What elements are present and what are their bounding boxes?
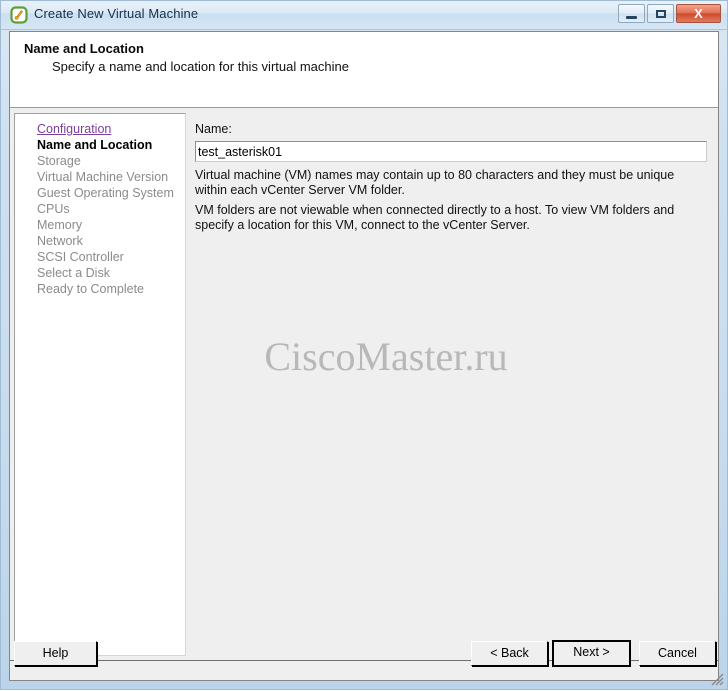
name-help-paragraph-1: Virtual machine (VM) names may contain u… (195, 168, 675, 197)
sidebar-item-select-a-disk[interactable]: Select a Disk (15, 265, 185, 281)
sidebar-item-memory[interactable]: Memory (15, 217, 185, 233)
sidebar-item-configuration[interactable]: Configuration (15, 121, 185, 137)
title-bar[interactable]: Create New Virtual Machine X (1, 1, 727, 30)
name-field-label: Name: (195, 122, 232, 136)
help-button[interactable]: Help (14, 641, 97, 666)
cancel-button[interactable]: Cancel (639, 641, 716, 666)
sidebar-item-label: Configuration (37, 122, 112, 136)
sidebar-item-label: SCSI Controller (37, 250, 124, 264)
back-button[interactable]: < Back (471, 641, 548, 666)
vm-app-icon (10, 6, 28, 24)
maximize-icon (656, 10, 666, 18)
maximize-button[interactable] (647, 4, 674, 23)
watermark-text: CiscoMaster.ru (264, 334, 508, 379)
sidebar-item-name-and-location[interactable]: Name and Location (15, 137, 185, 153)
sidebar-item-label: Storage (37, 154, 81, 168)
sidebar-item-scsi-controller[interactable]: SCSI Controller (15, 249, 185, 265)
close-button[interactable]: X (676, 4, 721, 23)
sidebar-item-label: Ready to Complete (37, 282, 145, 296)
sidebar-item-ready-to-complete[interactable]: Ready to Complete (15, 281, 185, 297)
sidebar-item-label: Name and Location (37, 138, 153, 152)
resize-grip-icon[interactable] (711, 673, 724, 686)
minimize-icon (626, 16, 637, 19)
sidebar-item-label: Select a Disk (37, 266, 110, 280)
sidebar-item-label: Guest Operating System (37, 186, 174, 200)
name-help-paragraph-2: VM folders are not viewable when connect… (195, 203, 675, 232)
page-title: Name and Location (24, 41, 144, 56)
sidebar-item-network[interactable]: Network (15, 233, 185, 249)
sidebar-item-label: Memory (37, 218, 83, 232)
dialog-client: Name and Location Specify a name and loc… (9, 31, 719, 681)
sidebar-item-guest-operating-system[interactable]: Guest Operating System (15, 185, 185, 201)
wizard-step-list: Configuration Name and Location Storage … (14, 113, 186, 656)
dialog-window: Create New Virtual Machine X Name and Lo… (0, 0, 728, 690)
next-button[interactable]: Next > (552, 640, 631, 667)
window-title: Create New Virtual Machine (34, 6, 199, 21)
wizard-body: Configuration Name and Location Storage … (10, 109, 718, 659)
sidebar-item-storage[interactable]: Storage (15, 153, 185, 169)
sidebar-item-label: Network (37, 234, 83, 248)
page-subtitle: Specify a name and location for this vir… (52, 59, 349, 74)
wizard-header: Name and Location Specify a name and loc… (10, 32, 718, 108)
sidebar-item-label: Virtual Machine Version (37, 170, 169, 184)
wizard-main-pane: Name: Virtual machine (VM) names may con… (192, 113, 714, 656)
close-icon: X (694, 6, 703, 21)
minimize-button[interactable] (618, 4, 645, 23)
sidebar-item-virtual-machine-version[interactable]: Virtual Machine Version (15, 169, 185, 185)
sidebar-item-cpus[interactable]: CPUs (15, 201, 185, 217)
sidebar-item-label: CPUs (37, 202, 70, 216)
name-input[interactable] (195, 141, 707, 162)
step-list-inner: Configuration Name and Location Storage … (15, 121, 185, 297)
